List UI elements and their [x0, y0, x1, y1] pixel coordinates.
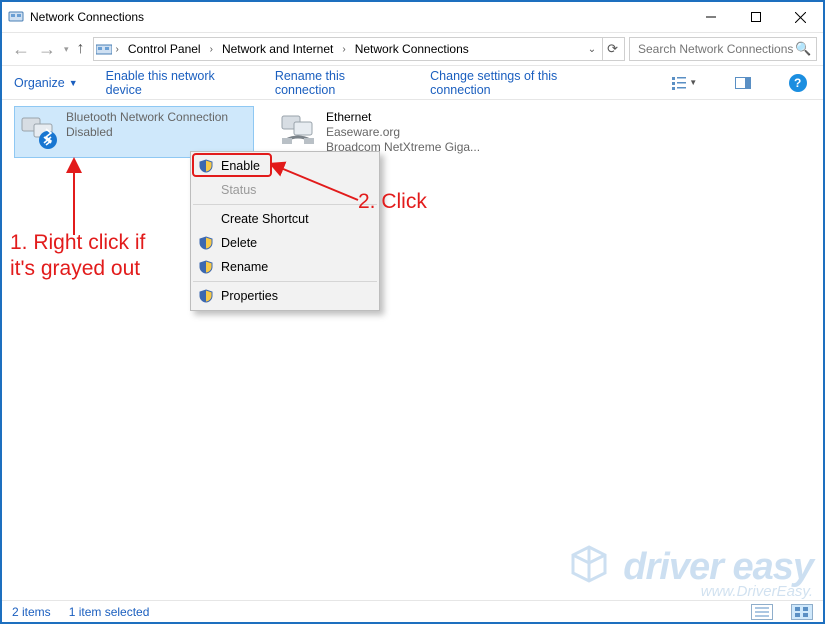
ctx-create-shortcut-label: Create Shortcut [221, 212, 309, 226]
ctx-create-shortcut[interactable]: Create Shortcut [191, 207, 379, 231]
ctx-properties-label: Properties [221, 289, 278, 303]
adapter-domain: Easeware.org [326, 125, 480, 140]
details-view-icon [752, 605, 772, 619]
status-selected-count: 1 item selected [69, 605, 150, 619]
address-dropdown-caret[interactable]: ⌄ [584, 44, 600, 55]
change-settings-command[interactable]: Change settings of this connection [430, 69, 611, 97]
navigation-bar: ← → ▾ ↑ › Control Panel › Network and In… [2, 32, 823, 66]
ctx-delete[interactable]: Delete [191, 231, 379, 255]
ctx-enable[interactable]: Enable [191, 154, 379, 178]
help-button[interactable]: ? [784, 72, 811, 94]
shield-icon [199, 236, 213, 250]
nav-history-caret[interactable]: ▾ [64, 44, 69, 55]
chevron-right-icon[interactable]: › [340, 44, 347, 55]
ctx-properties[interactable]: Properties [191, 284, 379, 308]
ctx-rename-label: Rename [221, 260, 268, 274]
address-bar[interactable]: › Control Panel › Network and Internet ›… [93, 37, 625, 61]
adapter-name: Ethernet [326, 110, 480, 125]
ctx-enable-label: Enable [221, 159, 260, 173]
search-box[interactable]: 🔍 [629, 37, 817, 61]
breadcrumb-network-connections[interactable]: Network Connections [350, 38, 474, 60]
close-button[interactable] [778, 2, 823, 32]
nav-forward-button[interactable]: → [38, 39, 56, 60]
window-title: Network Connections [30, 10, 688, 24]
organize-menu[interactable]: Organize▼ [14, 76, 78, 90]
preview-pane-button[interactable] [730, 72, 757, 94]
ctx-status-label: Status [221, 183, 256, 197]
nav-back-button[interactable]: ← [12, 39, 30, 60]
refresh-button[interactable]: ⟳ [602, 38, 622, 60]
ctx-separator [193, 281, 377, 282]
status-bar: 2 items 1 item selected [2, 600, 823, 622]
help-icon: ? [789, 74, 807, 92]
annotation-step1: 1. Right click if it's grayed out [10, 230, 145, 282]
details-view-button[interactable] [751, 604, 773, 620]
address-icon [96, 43, 112, 55]
adapter-status: Disabled [66, 125, 228, 140]
shield-icon [199, 260, 213, 274]
nav-up-button[interactable]: ↑ [77, 40, 85, 58]
maximize-button[interactable] [733, 2, 778, 32]
shield-icon [199, 159, 213, 173]
breadcrumb-network-internet[interactable]: Network and Internet [217, 38, 338, 60]
breadcrumb-control-panel[interactable]: Control Panel [123, 38, 206, 60]
chevron-right-icon[interactable]: › [114, 44, 121, 55]
enable-device-command[interactable]: Enable this network device [106, 69, 247, 97]
shield-icon [199, 289, 213, 303]
preview-pane-icon [735, 77, 751, 89]
tiles-view-button[interactable] [791, 604, 813, 620]
title-bar: Network Connections [2, 2, 823, 32]
content-area: Bluetooth Network Connection Disabled Et… [2, 100, 823, 600]
view-options-button[interactable]: ▼ [668, 72, 702, 94]
app-icon [8, 9, 24, 25]
status-item-count: 2 items [12, 605, 51, 619]
chevron-right-icon[interactable]: › [208, 44, 215, 55]
context-menu: Enable Status Create Shortcut Delete Ren… [190, 151, 380, 311]
ethernet-adapter-icon [278, 110, 318, 150]
list-view-icon [672, 76, 686, 90]
minimize-button[interactable] [688, 2, 733, 32]
search-input[interactable] [636, 41, 795, 57]
rename-connection-command[interactable]: Rename this connection [275, 69, 402, 97]
ctx-status: Status [191, 178, 379, 202]
command-bar: Organize▼ Enable this network device Ren… [2, 66, 823, 100]
ctx-rename[interactable]: Rename [191, 255, 379, 279]
search-icon[interactable]: 🔍 [795, 41, 811, 57]
ctx-delete-label: Delete [221, 236, 257, 250]
bluetooth-adapter-icon [18, 110, 58, 150]
annotation-step2: 2. Click [358, 190, 427, 214]
tiles-view-icon [792, 605, 812, 619]
adapter-name: Bluetooth Network Connection [66, 110, 228, 125]
ctx-separator [193, 204, 377, 205]
